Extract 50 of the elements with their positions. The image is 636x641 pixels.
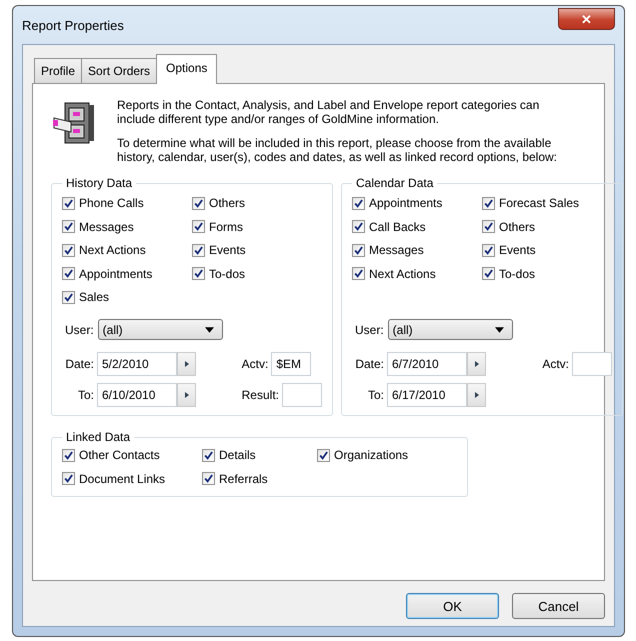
tab[interactable]: Sort Orders bbox=[81, 58, 158, 83]
group-title: Calendar Data bbox=[355, 176, 434, 190]
tab[interactable]: Profile bbox=[34, 58, 82, 83]
cancel-button[interactable]: Cancel bbox=[512, 593, 605, 619]
checkbox-option[interactable]: Others bbox=[482, 218, 612, 236]
checkbox-option[interactable]: Forecast Sales bbox=[482, 194, 612, 212]
checkbox-option[interactable]: Organizations bbox=[317, 446, 457, 464]
field-label: To: bbox=[76, 388, 94, 402]
field-label: User: bbox=[65, 322, 94, 336]
field-label: Date: bbox=[354, 357, 384, 371]
checkbox-option[interactable]: Appointments bbox=[352, 194, 482, 212]
field-label: Result: bbox=[242, 388, 279, 402]
checkbox-option[interactable]: Forms bbox=[192, 218, 322, 236]
checkbox-option[interactable]: Messages bbox=[62, 218, 192, 236]
field-label: Actv: bbox=[542, 357, 569, 371]
checkbox-option[interactable]: Call Backs bbox=[352, 218, 482, 236]
checkbox-option[interactable]: To-dos bbox=[192, 264, 322, 283]
checkbox-option[interactable]: Sales bbox=[62, 288, 192, 306]
checkbox-option[interactable]: Next Actions bbox=[62, 241, 192, 260]
field-label: Actv: bbox=[242, 357, 268, 371]
group-title: History Data bbox=[65, 176, 134, 190]
checkbox-option[interactable]: Events bbox=[482, 241, 612, 260]
user-dropdown[interactable]: (all) bbox=[98, 319, 223, 340]
date-field[interactable]: 6/10/2010 bbox=[97, 383, 177, 407]
checkbox-option[interactable]: Details bbox=[202, 446, 317, 464]
checkbox-option[interactable]: Next Actions bbox=[352, 264, 482, 283]
user-dropdown[interactable]: (all) bbox=[388, 319, 513, 340]
checkbox-option[interactable]: Messages bbox=[352, 241, 482, 260]
ok-button[interactable]: OK bbox=[406, 593, 499, 619]
field-label: To: bbox=[366, 388, 384, 402]
close-button[interactable]: ✕ bbox=[558, 8, 615, 30]
group-title: Linked Data bbox=[65, 430, 132, 444]
field-label: User: bbox=[355, 322, 384, 336]
checkbox-option[interactable]: Others bbox=[192, 194, 322, 212]
checkbox-option[interactable]: Referrals bbox=[202, 470, 317, 488]
checkbox-option[interactable]: Appointments bbox=[62, 264, 192, 283]
field-label: Date: bbox=[64, 357, 94, 371]
checkbox-option[interactable]: Phone Calls bbox=[62, 194, 192, 212]
checkbox-option[interactable]: Document Links bbox=[62, 470, 202, 488]
tab[interactable]: Options bbox=[156, 54, 218, 84]
date-field[interactable]: 6/17/2010 bbox=[387, 383, 467, 407]
date-field[interactable]: 5/2/2010 bbox=[97, 352, 177, 376]
window-title: Report Properties bbox=[22, 18, 124, 33]
date-field[interactable]: 6/7/2010 bbox=[387, 352, 467, 376]
description-text: To determine what will be included in this report, please choose from the available history, calendar, user(s), codes and dates, as well as linked record options, below: bbox=[117, 136, 558, 164]
checkbox-option[interactable]: To-dos bbox=[482, 264, 612, 283]
checkbox-option[interactable]: Other Contacts bbox=[62, 446, 202, 464]
checkbox-option[interactable]: Events bbox=[192, 241, 322, 260]
code-field[interactable]: $EM bbox=[271, 352, 312, 376]
description-text: Reports in the Contact, Analysis, and Label and Envelope report categories can include different type and/or ranges of GoldMine information. bbox=[117, 98, 540, 126]
